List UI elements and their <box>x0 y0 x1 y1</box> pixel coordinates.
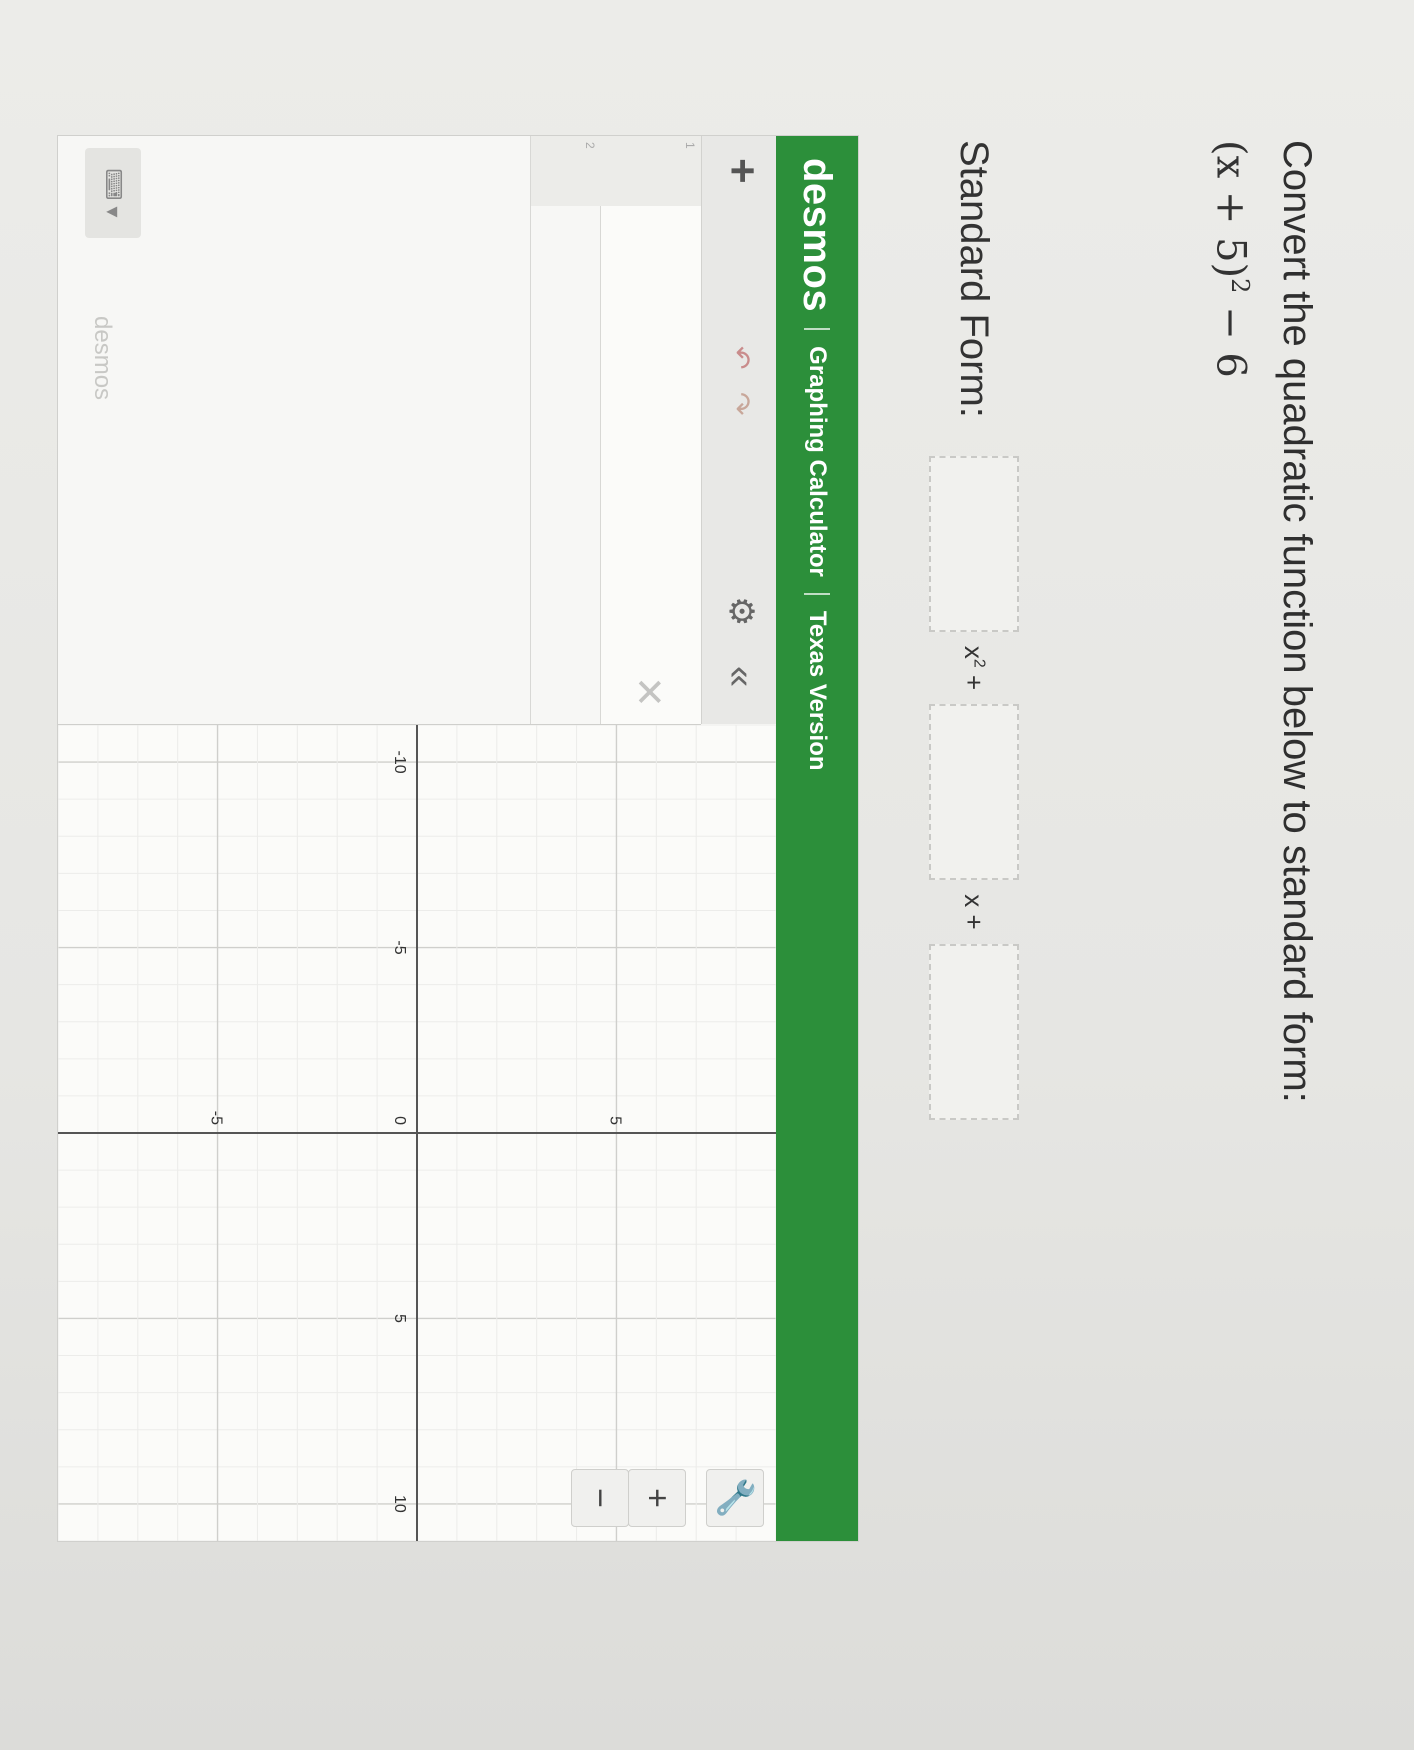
standard-form-label: Standard Form: <box>952 140 997 418</box>
zoom-out-button[interactable]: − <box>571 1469 629 1527</box>
header-divider <box>804 328 830 331</box>
constant-c-input[interactable] <box>929 943 1019 1120</box>
expression-tail: − 6 <box>1207 293 1254 378</box>
zoom-in-button[interactable]: + <box>628 1469 686 1527</box>
row-number: 1 <box>601 136 701 206</box>
x-tick-label: 5 <box>391 1314 408 1323</box>
screen: Convert the quadratic function below to … <box>0 0 1414 1750</box>
double-chevron-left-icon[interactable]: « <box>720 666 762 687</box>
x-squared-exp: 2 <box>971 658 989 668</box>
close-icon[interactable]: ✕ <box>626 676 671 708</box>
y-tick-label: -5 <box>208 1111 225 1125</box>
expression-row[interactable]: 1 ✕ <box>600 136 701 724</box>
x-squared-plus: + <box>959 667 990 691</box>
redo-icon[interactable]: ↷ <box>725 392 756 415</box>
x-tick-label: -5 <box>391 940 408 954</box>
minus-icon: − <box>581 1488 620 1508</box>
plus-icon: + <box>638 1488 677 1508</box>
expression-base: (x + 5) <box>1207 140 1254 279</box>
calculator-title: Graphing Calculator <box>804 346 831 577</box>
expression-exponent: 2 <box>1226 278 1254 294</box>
gear-icon[interactable]: ⚙ <box>722 596 760 626</box>
version-label: Texas Version <box>804 610 831 771</box>
desmos-logo: desmos <box>795 158 840 313</box>
x-squared-term: x2 + <box>959 646 990 690</box>
expression-toolbar: + ↶ ↷ ⚙ « <box>701 136 776 724</box>
desmos-calculator: desmos Graphing Calculator Texas Version… <box>57 135 859 1542</box>
standard-form-row: Standard Form: x2 + x + <box>924 140 1024 1120</box>
graph-paper[interactable]: -10 -5 0 5 10 5 -5 🔧 + − <box>58 725 776 1541</box>
keyboard-icon[interactable]: ⌨ ▾ <box>85 148 141 238</box>
x-tick-label: -10 <box>391 751 408 774</box>
graph-svg: -10 -5 0 5 10 5 -5 <box>58 725 776 1541</box>
desmos-header: desmos Graphing Calculator Texas Version <box>776 136 858 1541</box>
undo-icon[interactable]: ↶ <box>725 346 756 369</box>
vertex-form-expression: (x + 5)2 − 6 <box>1208 140 1254 378</box>
coefficient-b-input[interactable] <box>929 704 1019 881</box>
y-tick-label: 5 <box>606 1116 623 1125</box>
plus-icon[interactable]: + <box>718 158 767 184</box>
coefficient-a-input[interactable] <box>929 455 1019 632</box>
wrench-icon[interactable]: 🔧 <box>706 1469 764 1527</box>
footer-logo: desmos <box>89 316 116 401</box>
origin-label: 0 <box>391 1116 408 1125</box>
x-tick-label: 10 <box>391 1495 408 1513</box>
header-divider <box>804 592 830 595</box>
expression-list: 1 ✕ 2 ⌨ ▾ desmos <box>58 136 701 725</box>
question-prompt: Convert the quadratic function below to … <box>1275 140 1319 1103</box>
row-number: 2 <box>531 136 601 206</box>
expression-row[interactable]: 2 <box>530 136 601 724</box>
x-term: x + <box>959 894 990 930</box>
x-squared-var: x <box>959 645 990 659</box>
